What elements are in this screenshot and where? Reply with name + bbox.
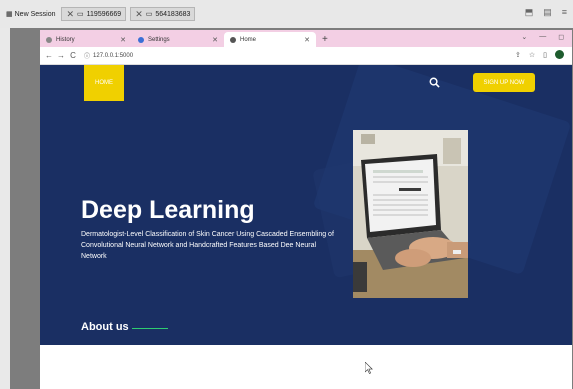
history-icon — [46, 36, 52, 43]
menu-icon[interactable]: ≡ — [562, 7, 567, 18]
close-icon[interactable]: ✕ — [135, 9, 143, 20]
monitor-icon: ▭ — [77, 11, 84, 18]
hero-title: Deep Learning — [81, 196, 255, 224]
pin-icon[interactable]: ⬒ — [525, 7, 534, 18]
maximize-icon[interactable]: ◻ — [558, 33, 564, 41]
share-icon[interactable]: ⇪ — [515, 51, 521, 59]
address-bar: ← → C ⓘ 127.0.0.1:5000 ⇪ ☆ ▯ — [40, 47, 572, 65]
session-grid-icon: ▦ — [6, 11, 13, 18]
info-icon[interactable]: ⓘ — [84, 51, 90, 60]
search-icon[interactable] — [429, 77, 440, 88]
close-icon[interactable]: ✕ — [212, 36, 218, 44]
tab-settings[interactable]: Settings ✕ — [132, 32, 224, 47]
mouse-cursor-icon — [365, 362, 373, 374]
window-controls: ⌄ — ◻ — [521, 33, 564, 41]
website-viewport: HOME SIGN UP NOW Deep Learning Dermatolo… — [40, 65, 572, 345]
close-icon[interactable]: ✕ — [304, 36, 310, 44]
close-icon[interactable]: ✕ — [66, 9, 74, 20]
session-tab-2[interactable]: ✕ ▭ 564183683 — [130, 7, 196, 21]
chevron-down-icon[interactable]: ⌄ — [521, 33, 527, 41]
new-session-button[interactable]: ▦ New Session — [6, 10, 55, 19]
reload-icon[interactable]: C — [68, 51, 78, 60]
content-section — [40, 345, 572, 389]
address-bar-actions: ⇪ ☆ ▯ — [515, 50, 564, 59]
star-icon[interactable]: ☆ — [529, 51, 535, 59]
new-tab-button[interactable]: + — [316, 32, 334, 47]
tab-history[interactable]: History ✕ — [40, 32, 132, 47]
back-arrow-icon[interactable]: ← — [44, 51, 54, 60]
sidebar-icon[interactable]: ▯ — [543, 51, 547, 59]
browser-tabstrip: History ✕ Settings ✕ Home ✕ + ⌄ — ◻ — [40, 30, 572, 47]
window-icon[interactable]: ▤ — [543, 7, 552, 18]
monitor-icon: ▭ — [145, 11, 153, 18]
signup-button[interactable]: SIGN UP NOW — [473, 73, 535, 92]
forward-arrow-icon[interactable]: → — [56, 51, 66, 60]
nav-home-link[interactable]: HOME — [84, 65, 124, 101]
session-controls: ⬒ ▤ ≡ — [525, 7, 567, 18]
gear-icon — [138, 36, 144, 43]
minimize-icon[interactable]: — — [539, 33, 546, 41]
session-tab-1[interactable]: ✕ ▭ 119596669 — [61, 7, 127, 21]
close-icon[interactable]: ✕ — [120, 36, 126, 44]
session-bar: ▦ New Session ✕ ▭ 119596669 ✕ ▭ 56418368… — [0, 0, 573, 28]
about-underline — [132, 328, 168, 329]
tab-home[interactable]: Home ✕ — [224, 32, 316, 47]
profile-avatar[interactable] — [555, 50, 564, 59]
remote-desktop-window: ▦ New Session ✕ ▭ 119596669 ✕ ▭ 56418368… — [0, 0, 573, 389]
laptop-photo — [353, 130, 468, 298]
globe-icon — [230, 36, 236, 43]
hero-description: Dermatologist-Level Classification of Sk… — [81, 231, 334, 260]
about-heading: About us — [81, 321, 129, 333]
url-input[interactable]: ⓘ 127.0.0.1:5000 — [84, 50, 474, 62]
